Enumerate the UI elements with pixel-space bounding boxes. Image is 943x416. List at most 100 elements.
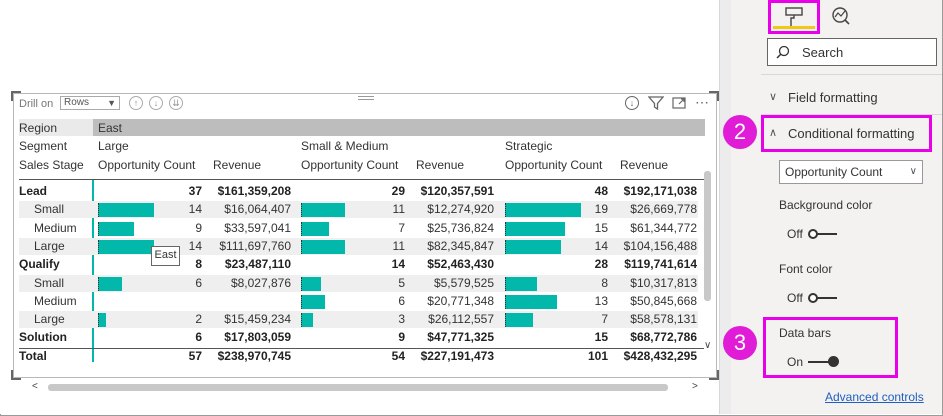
data-bar	[301, 294, 325, 309]
data-bar	[98, 239, 154, 254]
col-revenue[interactable]: Revenue	[416, 158, 464, 172]
chevron-up-icon[interactable]: ∧	[769, 126, 777, 139]
cell-opportunity-count: 8	[195, 257, 202, 272]
cell-opportunity-count: 13	[594, 293, 608, 308]
cell-opportunity-count: 29	[391, 184, 405, 198]
matrix-visual[interactable]: Drill on Rows ▼ ↑ ↓ ⇊ ↓ ⋯ Region East Se…	[11, 91, 719, 392]
drill-down-icon[interactable]: ↓	[625, 96, 639, 110]
cell-revenue: $12,274,920	[427, 202, 494, 217]
cell-opportunity-count: 6	[195, 330, 202, 345]
cell-opportunity-count: 48	[594, 184, 608, 198]
drill-up-icon[interactable]: ↑	[129, 96, 143, 110]
expand-all-icon[interactable]: ⇊	[169, 96, 183, 110]
cell-revenue: $25,736,824	[427, 220, 494, 235]
drill-select-value: Rows	[64, 97, 90, 108]
cell-revenue: $23,487,110	[224, 257, 291, 272]
advanced-controls-link[interactable]: Advanced controls	[825, 390, 924, 404]
cell-revenue: $227,191,473	[420, 348, 494, 363]
cell-opportunity-count: 8	[601, 275, 608, 290]
cell-revenue: $16,064,407	[224, 202, 291, 217]
cell-revenue: $10,317,813	[630, 275, 697, 290]
data-bar	[505, 203, 581, 218]
col-opportunity-count[interactable]: Opportunity Count	[505, 158, 602, 172]
font-color-state: Off	[787, 291, 803, 305]
vertical-scrollbar[interactable]	[704, 171, 711, 301]
data-bar	[301, 313, 313, 328]
cell-revenue: $61,344,772	[630, 220, 697, 235]
analytics-icon[interactable]	[831, 6, 851, 31]
field-select[interactable]: Opportunity Count ∨	[779, 160, 923, 184]
scroll-right-icon[interactable]: >	[692, 381, 698, 392]
field-formatting-section[interactable]: Field formatting	[788, 90, 878, 105]
col-opportunity-count[interactable]: Opportunity Count	[98, 158, 195, 172]
next-level-icon[interactable]: ↓	[149, 96, 163, 110]
cell-opportunity-count: 2	[195, 312, 202, 327]
focus-mode-icon[interactable]	[671, 95, 687, 114]
field-select-value: Opportunity Count	[785, 165, 883, 179]
data-bars-label: Data bars	[779, 326, 832, 340]
chevron-down-icon: ▼	[107, 98, 116, 108]
drag-grip-icon[interactable]	[358, 96, 374, 100]
data-bar	[505, 313, 533, 328]
segment-small-medium[interactable]: Small & Medium	[301, 139, 388, 153]
cell-opportunity-count: 7	[601, 312, 608, 327]
data-bar	[98, 313, 106, 328]
cell-revenue: $428,432,295	[623, 348, 697, 363]
row-label: Large	[34, 312, 65, 327]
cell-opportunity-count: 28	[594, 257, 608, 272]
row-label[interactable]: Qualify	[19, 257, 60, 271]
chevron-down-icon: ∨	[909, 166, 917, 177]
col-revenue[interactable]: Revenue	[620, 158, 668, 172]
cell-revenue: $119,741,614	[624, 257, 697, 272]
row-label: Large	[34, 238, 65, 253]
data-bar	[301, 203, 345, 218]
data-bar	[505, 221, 565, 236]
row-label: Small	[34, 275, 65, 290]
data-bar	[301, 221, 329, 236]
callout-badge-3: 3	[723, 326, 757, 360]
data-bar	[301, 276, 321, 291]
filter-icon[interactable]	[647, 95, 665, 114]
cell-revenue: $26,669,778	[630, 202, 697, 217]
segment-strategic[interactable]: Strategic	[505, 139, 552, 153]
cell-opportunity-count: 14	[594, 238, 608, 253]
search-icon	[776, 45, 790, 62]
background-color-state: Off	[787, 227, 803, 241]
horizontal-scrollbar[interactable]	[48, 384, 668, 391]
cell-opportunity-count: 15	[594, 220, 608, 235]
drill-select[interactable]: Rows ▼	[60, 96, 120, 110]
col-revenue[interactable]: Revenue	[213, 158, 261, 172]
sales-stage-label: Sales Stage	[19, 158, 84, 172]
row-label: Medium	[34, 220, 77, 235]
cell-opportunity-count: 19	[594, 202, 608, 217]
col-opportunity-count[interactable]: Opportunity Count	[301, 158, 398, 172]
row-label[interactable]: Total	[19, 349, 47, 363]
data-bar	[301, 239, 345, 254]
header-tooltip: East	[151, 246, 180, 266]
background-color-label: Background color	[779, 198, 873, 212]
cell-revenue: $68,772,786	[630, 330, 697, 345]
scroll-down-icon[interactable]: ∨	[704, 340, 711, 351]
row-label[interactable]: Lead	[19, 184, 47, 198]
search-placeholder: Search	[802, 45, 844, 60]
row-label: Medium	[34, 293, 77, 308]
data-bar	[98, 276, 122, 291]
report-canvas: Drill on Rows ▼ ↑ ↓ ⇊ ↓ ⋯ Region East Se…	[0, 0, 806, 414]
scroll-left-icon[interactable]: <	[32, 381, 38, 392]
row-label[interactable]: Solution	[19, 330, 67, 344]
conditional-formatting-section[interactable]: Conditional formatting	[788, 126, 914, 141]
more-options-icon[interactable]: ⋯	[695, 94, 710, 111]
cell-opportunity-count: 5	[398, 275, 405, 290]
data-bar	[505, 294, 557, 309]
cell-revenue: $58,578,131	[630, 312, 697, 327]
region-value[interactable]: East	[98, 121, 122, 135]
cell-revenue: $82,345,847	[427, 238, 494, 253]
row-label: Small	[34, 202, 65, 217]
format-tab[interactable]	[768, 0, 820, 34]
segment-label: Segment	[19, 139, 68, 153]
cell-opportunity-count: 11	[392, 238, 405, 253]
segment-large[interactable]: Large	[98, 139, 129, 153]
cell-opportunity-count: 3	[398, 312, 405, 327]
chevron-down-icon[interactable]: ∨	[769, 90, 777, 103]
search-input[interactable]: Search	[767, 38, 937, 66]
